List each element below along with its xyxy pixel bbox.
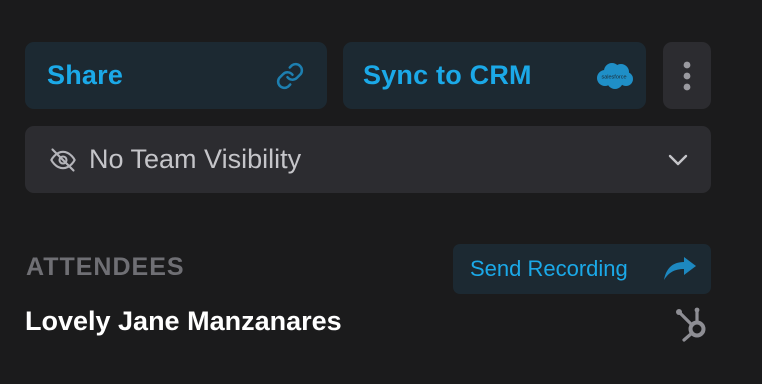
salesforce-logo-text: salesforce xyxy=(601,74,626,80)
share-arrow-icon xyxy=(663,256,697,282)
eye-off-icon xyxy=(47,146,79,174)
vertical-dots-icon xyxy=(682,59,692,93)
share-button[interactable]: Share xyxy=(25,42,327,109)
attendees-heading: ATTENDEES xyxy=(26,253,185,281)
more-options-button[interactable] xyxy=(663,42,711,109)
hubspot-icon[interactable] xyxy=(674,305,712,343)
share-button-label: Share xyxy=(47,60,124,90)
send-recording-label: Send Recording xyxy=(470,256,628,281)
sync-to-crm-label: Sync to CRM xyxy=(363,60,532,90)
attendee-name: Lovely Jane Manzanares xyxy=(25,306,342,336)
link-icon xyxy=(275,61,305,91)
send-recording-button[interactable]: Send Recording xyxy=(453,244,711,294)
team-visibility-dropdown[interactable]: No Team Visibility xyxy=(25,126,711,193)
chevron-down-icon xyxy=(667,153,689,167)
salesforce-logo-icon: salesforce xyxy=(594,61,634,91)
sync-to-crm-button[interactable]: Sync to CRM salesforce xyxy=(343,42,646,109)
team-visibility-label: No Team Visibility xyxy=(89,144,302,174)
